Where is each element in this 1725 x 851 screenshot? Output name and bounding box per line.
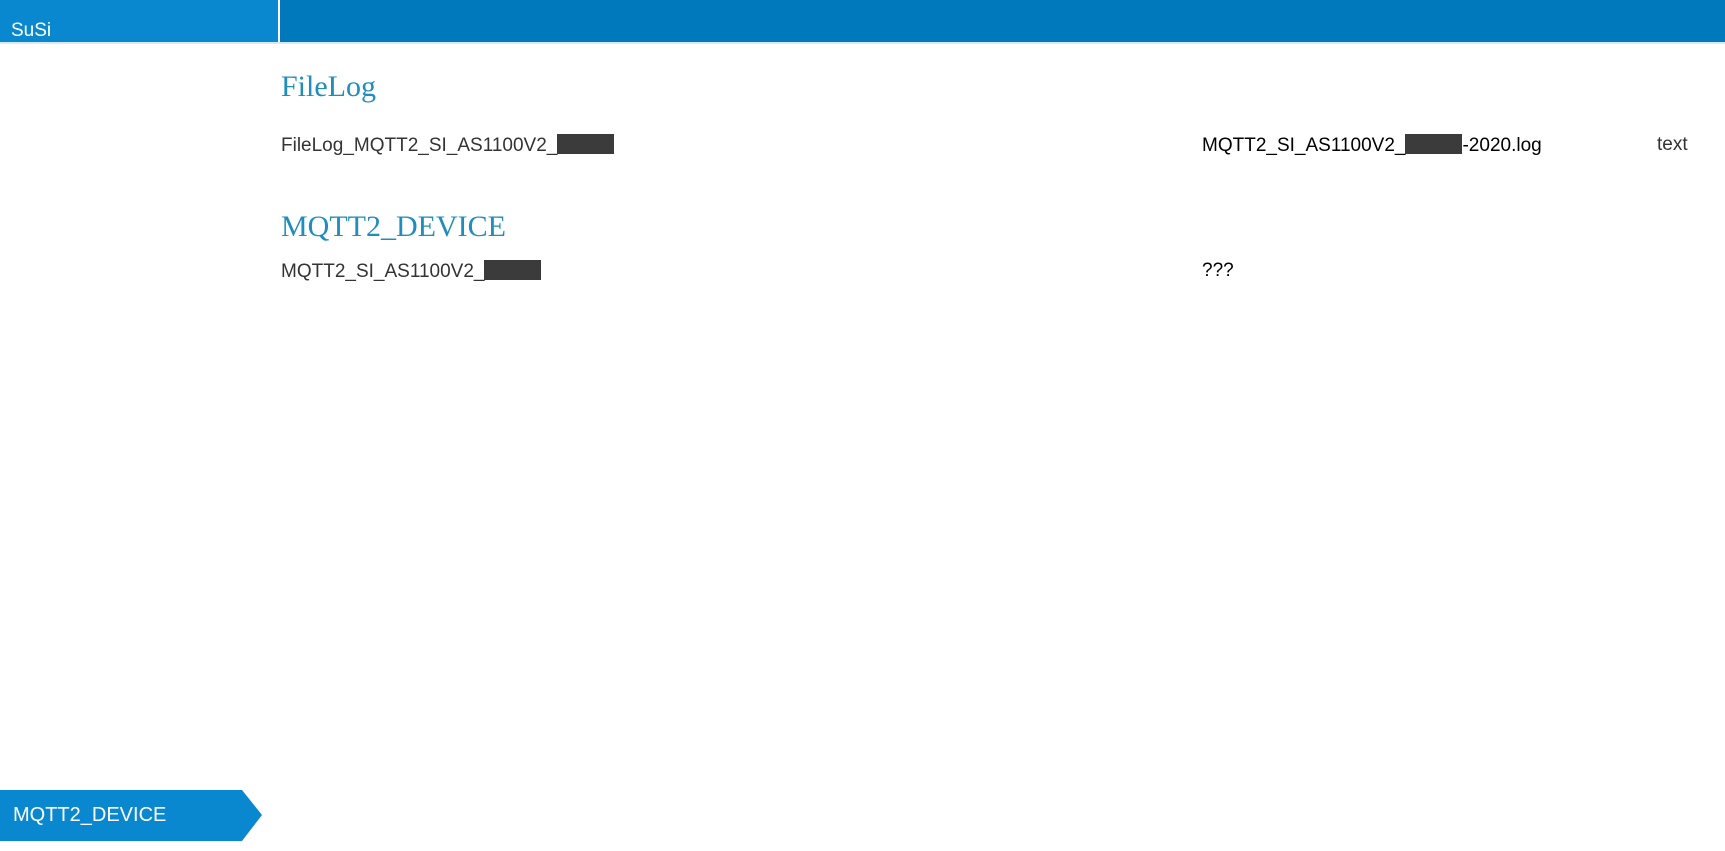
section-title-filelog: FileLog [281, 70, 376, 103]
filelog-device-name[interactable]: FileLog_MQTT2_SI_AS1100V2_ [281, 134, 615, 157]
top-bar: SuSi [0, 0, 1725, 43]
header-divider [0, 42, 1725, 44]
redacted-block [557, 134, 615, 154]
section-title-mqtt2-device: MQTT2_DEVICE [281, 210, 506, 243]
redacted-block [1405, 134, 1463, 154]
filelog-type: text [1657, 134, 1688, 155]
mqtt2-device-name-text: MQTT2_SI_AS1100V2_ [281, 261, 485, 282]
mqtt2-device-name[interactable]: MQTT2_SI_AS1100V2_ [281, 260, 542, 283]
filelog-filename[interactable]: MQTT2_SI_AS1100V2_ -2020.log [1202, 134, 1542, 157]
filelog-device-name-text: FileLog_MQTT2_SI_AS1100V2_ [281, 135, 558, 156]
breadcrumb-label: MQTT2_DEVICE [13, 804, 167, 826]
filelog-filename-suffix: -2020.log [1462, 135, 1542, 156]
brand-label: SuSi [11, 20, 52, 41]
redacted-block [484, 260, 542, 280]
filelog-filename-prefix: MQTT2_SI_AS1100V2_ [1202, 135, 1406, 156]
mqtt2-device-state: ??? [1202, 260, 1234, 281]
brand-area[interactable]: SuSi [0, 0, 280, 43]
breadcrumb-current-room[interactable]: MQTT2_DEVICE [0, 790, 262, 841]
